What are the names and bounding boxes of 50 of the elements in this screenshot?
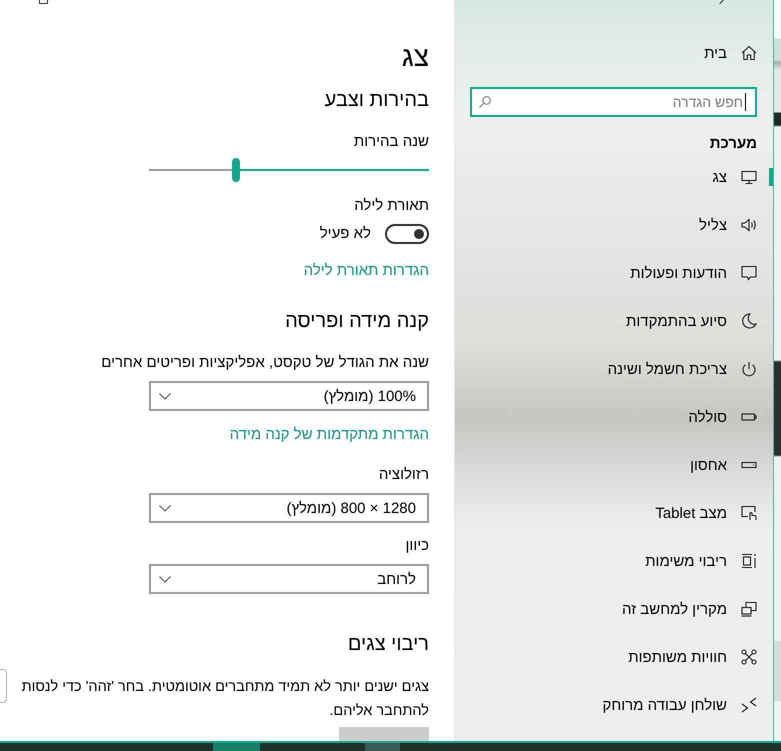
- section-heading: ריבוי צגים: [348, 632, 429, 657]
- toggle-state-text: לא פעיל: [320, 224, 371, 244]
- nav-item[interactable]: ריבוי משימות: [470, 537, 773, 585]
- monitor-icon: [741, 169, 757, 185]
- power-icon: [741, 361, 757, 377]
- section-heading: קנה מידה ופריסה: [285, 309, 429, 334]
- page-title: צג: [402, 40, 429, 74]
- connected-nodes-icon: [741, 649, 757, 665]
- setting-label: שנה את הגודל של טקסט, אפליקציות ופריטים אחרים: [101, 353, 429, 373]
- search-icon: [479, 96, 491, 108]
- maximize-icon[interactable]: [39, 0, 48, 4]
- dropdown[interactable]: 100% (מומלץ): [149, 381, 429, 411]
- nav-item[interactable]: צליל: [470, 201, 773, 249]
- setting-label: שנה בהירות: [354, 132, 429, 152]
- multitasking-icon: [741, 553, 757, 569]
- description-text: צגים ישנים יותר לא תמיד מתחברים אוטומטית. בחר 'זהה' כדי לנסות להתחבר אליהם.: [20, 678, 429, 721]
- speaker-icon: [741, 217, 757, 233]
- chevron-down-icon: [159, 392, 171, 400]
- dropdown[interactable]: 1280 × 800 (מומלץ): [149, 493, 429, 523]
- slider-thumb[interactable]: [232, 158, 240, 182]
- toggle-switch[interactable]: [385, 224, 429, 244]
- nav-item[interactable]: מצב Tablet: [470, 489, 773, 537]
- text-cursor-icon: [745, 93, 746, 111]
- dropdown[interactable]: לרוחב: [149, 564, 429, 594]
- nav-item[interactable]: חוויות משותפות: [470, 633, 773, 681]
- setting-label: כיוון: [406, 536, 429, 556]
- two-screens-icon: [741, 601, 757, 617]
- setting-label: רזולוציה: [378, 465, 429, 485]
- moon-icon: [741, 313, 757, 329]
- home-icon: [741, 45, 757, 61]
- search-field[interactable]: חפש הגדרה: [470, 87, 757, 117]
- section-heading: בהירות וצבע: [324, 88, 429, 113]
- home-link[interactable]: בית: [470, 33, 757, 73]
- nav-item[interactable]: צג: [470, 153, 773, 201]
- chevron-down-icon: [159, 504, 171, 512]
- chevron-down-icon: [159, 576, 171, 582]
- selection-bar: [769, 168, 773, 186]
- nav-item[interactable]: הודעות ופעולות: [470, 249, 773, 297]
- tablet-touch-icon: [741, 505, 757, 521]
- nav-item[interactable]: שולחן עבודה מרוחק: [470, 681, 773, 729]
- nav-item[interactable]: אחסון: [470, 441, 773, 489]
- setting-label: תאורת לילה: [354, 196, 429, 216]
- nav-item[interactable]: מקרין למחשב זה: [470, 585, 773, 633]
- nav-item[interactable]: צריכת חשמל ושינה: [470, 345, 773, 393]
- frame-edge-drawing: [0, 669, 7, 703]
- speech-bubble-icon: [741, 265, 757, 281]
- chevrons-icon: [741, 697, 757, 713]
- nav-item[interactable]: סוללה: [470, 393, 773, 441]
- nav-item[interactable]: סיוע בהתמקדות: [470, 297, 773, 345]
- section-header: מערכת: [708, 135, 757, 153]
